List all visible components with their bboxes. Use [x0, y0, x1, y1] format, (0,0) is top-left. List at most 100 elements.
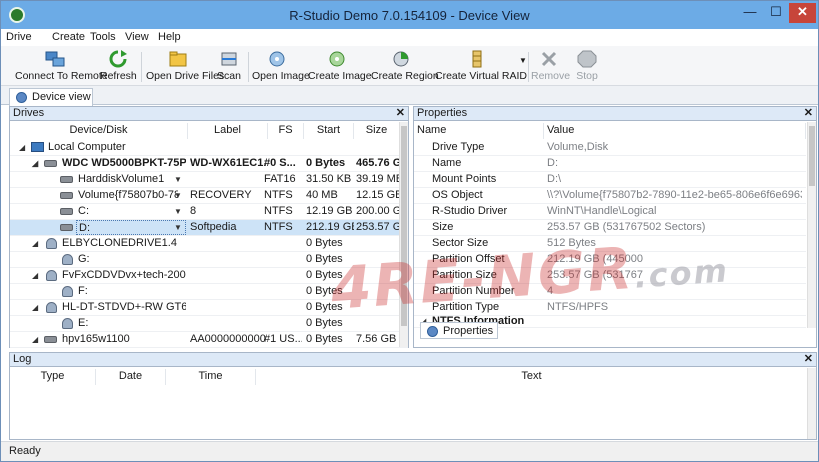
create-image-button[interactable]: Create Image — [308, 48, 372, 84]
close-button[interactable]: ✕ — [789, 3, 816, 23]
scan-button[interactable]: Scan — [215, 48, 243, 84]
log-panel: Log ✕ Type Date Time Text — [9, 352, 817, 440]
open-drive-files-icon — [169, 51, 187, 67]
volume-icon — [60, 176, 73, 183]
menu-bar: Drive Create Tools View Help — [1, 29, 818, 46]
window-title: R-Studio Demo 7.0.154109 - Device View — [289, 8, 530, 23]
col-log-type[interactable]: Type — [10, 369, 96, 385]
tree-row-hpv165w1100[interactable]: ◢ hpv165w1100 AA0000000000... #1 US... 0… — [10, 332, 408, 348]
col-start[interactable]: Start — [304, 123, 354, 139]
volume-icon — [60, 208, 73, 215]
collapse-icon[interactable]: ◢ — [32, 332, 38, 347]
col-prop-value[interactable]: Value — [544, 123, 806, 139]
create-region-button[interactable]: Create Region — [371, 48, 439, 84]
col-prop-name[interactable]: Name — [414, 123, 544, 139]
prop-row-mount-points: Mount Points D:\ — [414, 172, 806, 188]
minimize-button[interactable]: — — [737, 3, 763, 23]
tree-row-d-selected[interactable]: D: ▼ Softpedia NTFS 212.19 GB 253.57 GB — [10, 220, 408, 236]
prop-row-rstudio-driver: R-Studio Driver WinNT\Handle\Logical — [414, 204, 806, 220]
menu-drive[interactable]: Drive — [6, 31, 32, 43]
connect-to-remote-button[interactable]: Connect To Remote — [15, 48, 108, 84]
scan-icon — [221, 52, 237, 66]
volume-icon — [60, 224, 73, 231]
row-dropdown-icon[interactable]: ▼ — [174, 188, 182, 203]
tree-row-disk-wdc[interactable]: ◢ WDC WD5000BPKT-75P... WD-WX61EC1... #0… — [10, 156, 408, 172]
device-view-icon — [16, 92, 27, 103]
optical-drive-icon — [46, 302, 57, 313]
row-dropdown-icon[interactable]: ▼ — [174, 204, 182, 219]
tree-row-volume-recovery[interactable]: Volume{f75807b0-789... ▼ RECOVERY NTFS 4… — [10, 188, 408, 204]
stop-button[interactable]: Stop — [573, 48, 601, 84]
col-log-time[interactable]: Time — [166, 369, 256, 385]
refresh-icon — [109, 50, 127, 68]
row-dropdown-icon[interactable]: ▼ — [174, 172, 182, 187]
optical-volume-icon — [62, 286, 73, 297]
col-log-text[interactable]: Text — [256, 369, 808, 385]
collapse-icon[interactable]: ◢ — [32, 156, 38, 171]
computer-icon — [31, 142, 44, 152]
tree-row-elbyclonedrive[interactable]: ◢ ELBYCLONEDRIVE1.4 0 Bytes — [10, 236, 408, 252]
properties-scrollbar[interactable] — [807, 122, 816, 328]
remove-button[interactable]: Remove — [531, 48, 570, 84]
prop-row-drive-type: Drive Type Volume,Disk — [414, 140, 806, 156]
log-scrollbar[interactable] — [807, 368, 816, 439]
menu-tools[interactable]: Tools — [90, 31, 116, 43]
create-region-icon — [393, 51, 409, 67]
prop-row-os-object: OS Object \\?\Volume{f75807b2-7890-11e2-b… — [414, 188, 806, 204]
col-log-date[interactable]: Date — [96, 369, 166, 385]
col-fs[interactable]: FS — [268, 123, 304, 139]
prop-row-name: Name D: — [414, 156, 806, 172]
optical-volume-icon — [62, 318, 73, 329]
collapse-icon[interactable]: ◢ — [19, 140, 25, 155]
create-image-icon — [329, 51, 345, 67]
prop-row-size: Size 253.57 GB (531767502 Sectors) — [414, 220, 806, 236]
create-virtual-raid-button[interactable]: Create Virtual RAID — [435, 48, 527, 84]
remove-icon — [541, 51, 557, 67]
refresh-button[interactable]: Refresh — [100, 48, 137, 84]
collapse-icon[interactable]: ◢ — [32, 300, 38, 315]
virtual-raid-icon — [472, 50, 482, 68]
open-image-button[interactable]: Open Image — [252, 48, 310, 84]
status-bar: Ready — [1, 441, 818, 461]
status-text: Ready — [9, 445, 41, 457]
row-dropdown-icon[interactable]: ▼ — [174, 220, 182, 235]
optical-volume-icon — [62, 254, 73, 265]
menu-create[interactable]: Create — [52, 31, 85, 43]
open-drive-files-button[interactable]: Open Drive Files — [146, 48, 224, 84]
tree-row-harddiskvolume1[interactable]: HarddiskVolume1 ▼ FAT16 31.50 KB 39.19 M… — [10, 172, 408, 188]
optical-drive-icon — [46, 238, 57, 249]
view-tab-strip: Device view — [1, 86, 818, 106]
properties-panel-header: Properties ✕ — [414, 107, 816, 121]
tree-row-local-computer[interactable]: ◢ Local Computer — [10, 140, 408, 156]
tree-row-c[interactable]: C: ▼ 8 NTFS 12.19 GB 200.00 GB — [10, 204, 408, 220]
virtual-raid-dropdown-icon[interactable]: ▼ — [519, 56, 527, 65]
toolbar-separator — [248, 52, 249, 82]
log-panel-header: Log ✕ — [10, 353, 816, 367]
stop-icon — [577, 50, 597, 68]
volume-icon — [60, 192, 73, 199]
collapse-icon[interactable]: ◢ — [32, 268, 38, 283]
open-image-icon — [269, 51, 285, 67]
properties-scrollbar-thumb[interactable] — [809, 126, 815, 186]
log-close-icon[interactable]: ✕ — [804, 353, 813, 366]
menu-view[interactable]: View — [125, 31, 149, 43]
toolbar: Connect To Remote Refresh Open Drive Fil… — [1, 46, 818, 86]
col-label[interactable]: Label — [188, 123, 268, 139]
tab-device-view[interactable]: Device view — [9, 88, 93, 106]
connect-icon — [45, 51, 65, 67]
drives-panel-header: Drives ✕ — [10, 107, 408, 121]
maximize-button[interactable]: ☐ — [763, 3, 789, 23]
collapse-icon[interactable]: ◢ — [32, 236, 38, 251]
optical-drive-icon — [46, 270, 57, 281]
hard-drive-icon — [44, 160, 57, 167]
usb-drive-icon — [44, 336, 57, 343]
col-size[interactable]: Size — [354, 123, 400, 139]
title-bar: R-Studio Demo 7.0.154109 - Device View —… — [1, 1, 818, 29]
app-window: R-Studio Demo 7.0.154109 - Device View —… — [0, 0, 819, 462]
properties-close-icon[interactable]: ✕ — [804, 107, 813, 120]
col-device-disk[interactable]: Device/Disk — [10, 123, 188, 139]
toolbar-separator — [528, 52, 529, 82]
drives-close-icon[interactable]: ✕ — [396, 107, 405, 120]
menu-help[interactable]: Help — [158, 31, 181, 43]
toolbar-separator — [141, 52, 142, 82]
